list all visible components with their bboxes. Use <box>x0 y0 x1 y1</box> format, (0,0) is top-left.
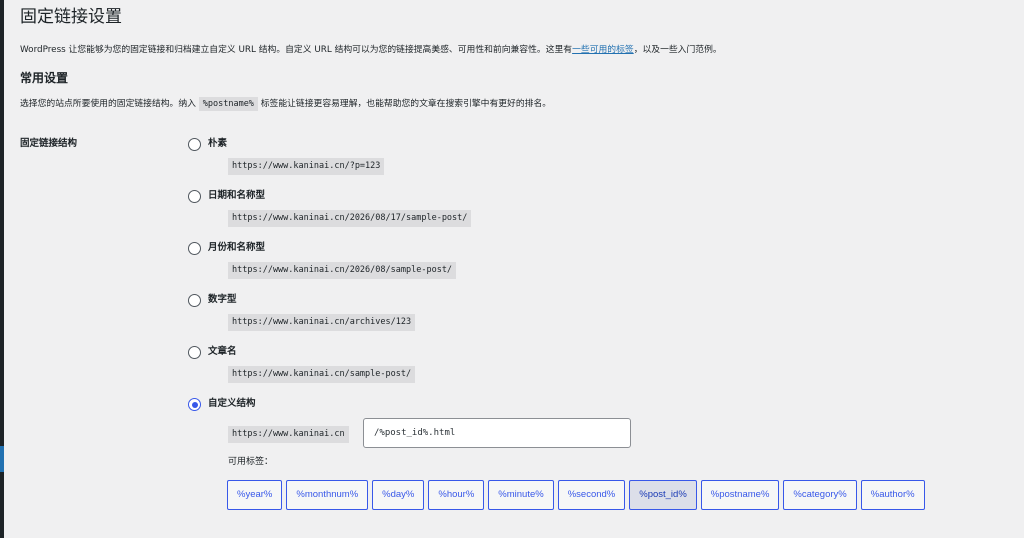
option-plain[interactable]: 朴素 https://www.kaninai.cn/?p=123 <box>188 136 1024 188</box>
available-tags-label: 可用标签： <box>228 457 274 467</box>
custom-structure-prefix: https://www.kaninai.cn <box>228 426 349 443</box>
page-title: 固定链接设置 <box>20 7 122 27</box>
tag-second-button[interactable]: %second% <box>557 480 626 510</box>
option-numeric[interactable]: 数字型 https://www.kaninai.cn/archives/123 <box>188 292 1024 344</box>
day-and-name-radio[interactable] <box>188 190 201 203</box>
day-and-name-url-example: https://www.kaninai.cn/2026/08/17/sample… <box>228 210 472 227</box>
tag-post-id-button[interactable]: %post_id% <box>629 480 697 510</box>
post-name-url-example: https://www.kaninai.cn/sample-post/ <box>228 366 416 383</box>
collapse-menu-handle[interactable] <box>0 446 4 472</box>
option-day-and-name[interactable]: 日期和名称型 https://www.kaninai.cn/2026/08/17… <box>188 188 1024 240</box>
month-and-name-url-example: https://www.kaninai.cn/2026/08/sample-po… <box>228 262 457 279</box>
tag-monthnum-button[interactable]: %monthnum% <box>286 480 369 510</box>
tag-minute-button[interactable]: %minute% <box>488 480 554 510</box>
available-tags-list: %year% %monthnum% %day% %hour% %minute% … <box>227 480 925 510</box>
plain-url-example: https://www.kaninai.cn/?p=123 <box>228 158 385 175</box>
common-settings-description: 选择您的站点所要使用的固定链接结构。纳入 %postname% 标签能让链接更容… <box>20 97 551 111</box>
custom-structure-input[interactable] <box>363 418 631 448</box>
intro-text-start: WordPress 让您能够为您的固定链接和归档建立自定义 URL 结构。自定义… <box>20 45 573 55</box>
permalink-structure-label: 固定链接结构 <box>20 138 78 149</box>
description-start: 选择您的站点所要使用的固定链接结构。纳入 <box>20 99 196 109</box>
month-and-name-radio[interactable] <box>188 242 201 255</box>
day-and-name-label[interactable]: 日期和名称型 <box>208 189 265 203</box>
custom-structure-label[interactable]: 自定义结构 <box>208 397 256 411</box>
numeric-url-example: https://www.kaninai.cn/archives/123 <box>228 314 416 331</box>
month-and-name-label[interactable]: 月份和名称型 <box>208 241 265 255</box>
tag-author-button[interactable]: %author% <box>860 480 925 510</box>
tag-day-button[interactable]: %day% <box>372 480 425 510</box>
numeric-label[interactable]: 数字型 <box>208 293 237 307</box>
intro-text-end: ，以及一些入门范例。 <box>633 45 722 55</box>
description-end: 标签能让链接更容易理解，也能帮助您的文章在搜索引擎中有更好的排名。 <box>260 99 552 109</box>
plain-label[interactable]: 朴素 <box>208 137 227 151</box>
plain-radio[interactable] <box>188 138 201 151</box>
numeric-radio[interactable] <box>188 294 201 307</box>
common-settings-heading: 常用设置 <box>20 71 69 85</box>
available-tags-link[interactable]: 一些可用的标签 <box>572 45 634 55</box>
tag-year-button[interactable]: %year% <box>227 480 283 510</box>
option-post-name[interactable]: 文章名 https://www.kaninai.cn/sample-post/ <box>188 344 1024 396</box>
tag-hour-button[interactable]: %hour% <box>428 480 485 510</box>
postname-tag-code: %postname% <box>198 97 258 111</box>
permalink-options: 朴素 https://www.kaninai.cn/?p=123 日期和名称型 … <box>188 136 1024 510</box>
option-month-and-name[interactable]: 月份和名称型 https://www.kaninai.cn/2026/08/sa… <box>188 240 1024 292</box>
post-name-label[interactable]: 文章名 <box>208 345 237 359</box>
custom-structure-radio[interactable] <box>188 398 201 411</box>
post-name-radio[interactable] <box>188 346 201 359</box>
tag-postname-button[interactable]: %postname% <box>700 480 780 510</box>
intro-text: WordPress 让您能够为您的固定链接和归档建立自定义 URL 结构。自定义… <box>20 43 722 57</box>
tag-category-button[interactable]: %category% <box>783 480 857 510</box>
